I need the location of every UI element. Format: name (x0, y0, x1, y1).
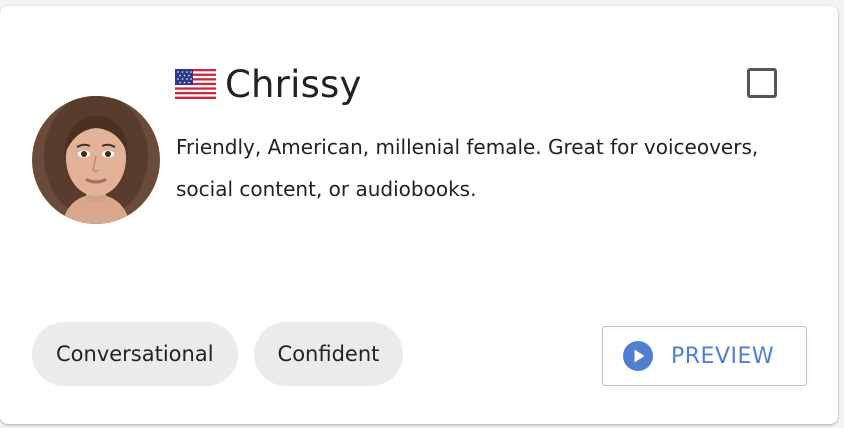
us-flag-icon (175, 69, 216, 99)
preview-label: PREVIEW (671, 343, 775, 369)
play-circle-icon (623, 341, 653, 371)
voice-card: Chrissy Friendly, American, millenial fe… (0, 6, 838, 424)
voice-header: Chrissy (175, 58, 362, 110)
voice-description: Friendly, American, millenial female. Gr… (176, 135, 759, 201)
tag-list: Conversational Confident (32, 322, 404, 386)
preview-button[interactable]: PREVIEW (602, 326, 807, 386)
select-voice-checkbox[interactable] (747, 68, 777, 98)
tag-confident: Confident (253, 322, 404, 386)
tag-conversational: Conversational (32, 322, 238, 386)
voice-name: Chrissy (225, 62, 362, 106)
avatar (32, 96, 160, 224)
